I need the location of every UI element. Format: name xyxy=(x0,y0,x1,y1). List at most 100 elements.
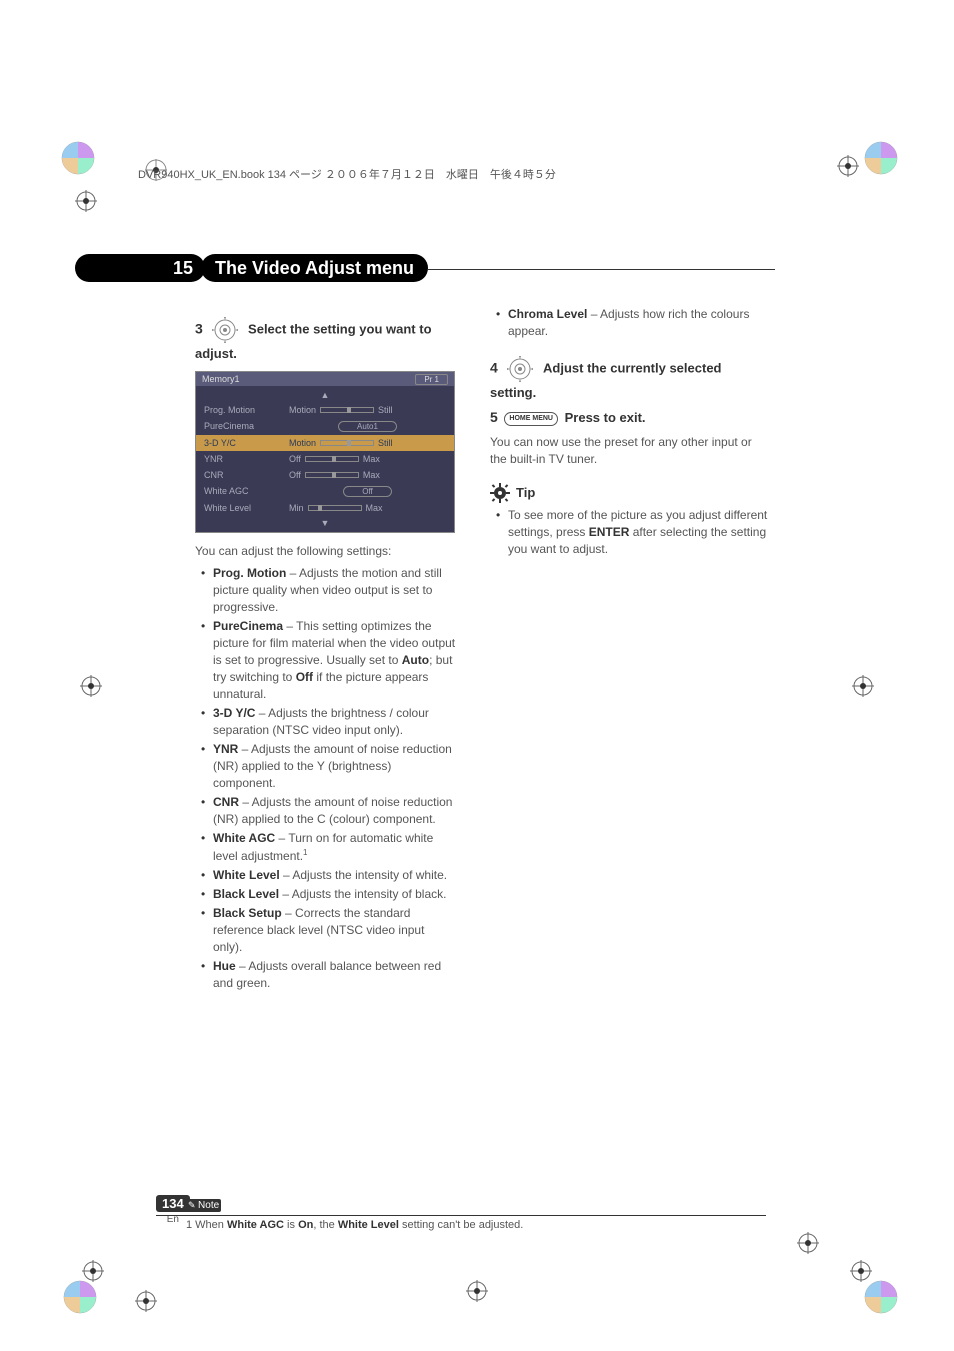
osd-slider-knob xyxy=(318,505,322,511)
setting-name: Hue xyxy=(213,959,236,973)
setting-item: White Level – Adjusts the intensity of w… xyxy=(213,867,457,884)
setting-name: Prog. Motion xyxy=(213,566,286,580)
smart-jog-icon xyxy=(210,315,240,345)
step-number: 4 xyxy=(490,360,498,376)
osd-pill-value: Off xyxy=(343,486,392,497)
osd-title-bar: Memory1 Pr 1 xyxy=(196,372,454,386)
setting-desc: – Adjusts the intensity of black. xyxy=(279,887,446,901)
note-text-b: is xyxy=(284,1219,298,1231)
osd-row-control: MotionStill xyxy=(289,438,446,448)
setting-item: Prog. Motion – Adjusts the motion and st… xyxy=(213,565,457,616)
osd-slider-bar xyxy=(305,456,359,462)
note-bold-2: On xyxy=(298,1219,313,1231)
osd-slider-left: Off xyxy=(289,454,301,464)
registration-color-disc xyxy=(863,140,899,176)
note-text-d: setting can't be adjusted. xyxy=(399,1219,523,1231)
section-header: 15 The Video Adjust menu xyxy=(75,254,775,282)
osd-slider-bar xyxy=(320,407,374,413)
setting-item: 3-D Y/C – Adjusts the brightness / colou… xyxy=(213,705,457,739)
osd-pill-value: Auto1 xyxy=(338,421,397,432)
tip-header: Tip xyxy=(490,483,770,503)
setting-item: YNR – Adjusts the amount of noise reduct… xyxy=(213,741,457,792)
osd-slider-right: Max xyxy=(366,503,383,513)
tip-label: Tip xyxy=(516,485,535,500)
note-box: Note 1 When White AGC is On, the White L… xyxy=(156,1195,766,1231)
section-number: 15 xyxy=(173,258,193,279)
setting-name: White Level xyxy=(213,868,280,882)
setting-desc: – Adjusts the amount of noise reduction … xyxy=(213,742,452,790)
registration-mark-icon xyxy=(135,1290,157,1312)
setting-bold: Off xyxy=(296,670,313,684)
tip-text: To see more of the picture as you adjust… xyxy=(508,507,770,558)
footnote-ref: 1 xyxy=(303,848,307,857)
setting-name: YNR xyxy=(213,742,238,756)
osd-slider-knob xyxy=(347,440,351,446)
setting-item: White AGC – Turn on for automatic white … xyxy=(213,830,457,865)
osd-slider-bar xyxy=(320,440,374,446)
osd-row-label: PureCinema xyxy=(204,421,289,432)
osd-slider-left: Motion xyxy=(289,438,316,448)
osd-row: CNROffMax xyxy=(196,467,454,483)
registration-mark-icon xyxy=(852,675,874,697)
setting-item: Black Setup – Corrects the standard refe… xyxy=(213,905,457,956)
setting-name: Black Level xyxy=(213,887,279,901)
note-bold-1: White AGC xyxy=(227,1219,284,1231)
osd-slider-bar xyxy=(305,472,359,478)
setting-bold: Auto xyxy=(402,653,429,667)
setting-item: PureCinema – This setting optimizes the … xyxy=(213,618,457,703)
osd-row-control: Off xyxy=(289,486,446,497)
tip-text-b: ENTER xyxy=(589,525,630,539)
setting-name: Black Setup xyxy=(213,906,282,920)
setting-item: Black Level – Adjusts the intensity of b… xyxy=(213,886,457,903)
setting-desc: – Adjusts the amount of noise reduction … xyxy=(213,795,452,826)
osd-row-label: 3-D Y/C xyxy=(204,438,289,448)
osd-row: PureCinema Auto1 xyxy=(196,418,454,435)
registration-color-disc xyxy=(863,1279,899,1315)
osd-row-control: OffMax xyxy=(289,470,446,480)
step-3: 3 Select the setting you want to adjust. xyxy=(195,315,457,363)
step-4: 4 Adjust the currently selected setting. xyxy=(490,354,770,402)
osd-row-label: YNR xyxy=(204,454,289,464)
osd-row: 3-D Y/CMotionStill xyxy=(196,435,454,451)
note-text-a: 1 When xyxy=(186,1219,227,1231)
up-arrow-icon: ▲ xyxy=(196,388,454,402)
osd-row: Prog. MotionMotion Still xyxy=(196,402,454,418)
setting-item: Hue – Adjusts overall balance between re… xyxy=(213,958,457,992)
osd-row-control: Auto1 xyxy=(289,421,446,432)
home-menu-button-icon: HOME MENU xyxy=(504,412,558,426)
section-title: The Video Adjust menu xyxy=(201,254,428,282)
registration-mark-icon xyxy=(837,155,859,177)
registration-mark-icon xyxy=(80,675,102,697)
step-5: 5 HOME MENU Press to exit. xyxy=(490,408,770,428)
osd-row-control: Motion Still xyxy=(289,405,446,415)
osd-slider-right: Still xyxy=(378,405,393,415)
note-text-c: , the xyxy=(313,1219,337,1231)
registration-mark-icon xyxy=(850,1260,872,1282)
note-text: 1 When White AGC is On, the White Level … xyxy=(186,1219,766,1231)
osd-row-control: MinMax xyxy=(289,503,446,513)
osd-slider-knob xyxy=(347,407,351,413)
osd-slider-knob xyxy=(332,456,336,462)
osd-slider-right: Max xyxy=(363,454,380,464)
registration-mark-icon xyxy=(82,1260,104,1282)
osd-row-control: Off Max xyxy=(289,454,446,464)
osd-slider-bar xyxy=(308,505,362,511)
setting-item: CNR – Adjusts the amount of noise reduct… xyxy=(213,794,457,828)
note-bold-3: White Level xyxy=(338,1219,399,1231)
down-arrow-icon: ▼ xyxy=(196,516,454,530)
setting-desc: – Adjusts overall balance between red an… xyxy=(213,959,441,990)
step-number: 5 xyxy=(490,409,498,425)
setting-desc: – Adjusts the intensity of white. xyxy=(280,868,447,882)
setting-name: White AGC xyxy=(213,831,275,845)
tip-gear-icon xyxy=(490,483,510,503)
osd-row-label: Prog. Motion xyxy=(204,405,289,415)
setting-name: PureCinema xyxy=(213,619,283,633)
registration-mark-icon xyxy=(797,1232,819,1254)
setting-chroma-level: Chroma Level – Adjusts how rich the colo… xyxy=(508,306,770,340)
note-label: Note xyxy=(186,1199,221,1212)
osd-slider-left: Motion xyxy=(289,405,316,415)
section-rule xyxy=(428,269,775,270)
registration-mark-icon xyxy=(466,1280,488,1302)
smart-jog-icon xyxy=(505,354,535,384)
osd-slider-right: Max xyxy=(363,470,380,480)
